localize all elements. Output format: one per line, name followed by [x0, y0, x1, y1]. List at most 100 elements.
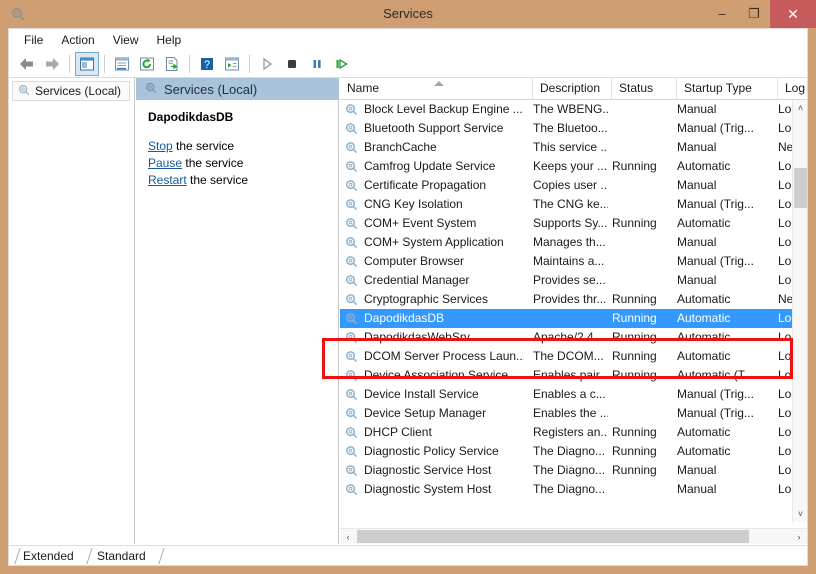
- tab-extended[interactable]: Extended: [23, 547, 74, 565]
- scroll-left-icon[interactable]: ‹: [340, 529, 356, 544]
- cell-status: [612, 176, 674, 195]
- tab-divider: [14, 548, 21, 564]
- horizontal-scroll-thumb[interactable]: [357, 530, 749, 543]
- scroll-right-icon[interactable]: ›: [791, 529, 807, 544]
- table-row[interactable]: Camfrog Update Service Keeps your ... Runn…: [340, 157, 792, 176]
- table-row[interactable]: Device Install Service Enables a c... Manu…: [340, 385, 792, 404]
- table-row[interactable]: Diagnostic Policy Service The Diagno... Ru…: [340, 442, 792, 461]
- pause-service-icon[interactable]: [305, 52, 329, 76]
- menu-item-help[interactable]: Help: [148, 31, 191, 49]
- cell-description: Apache/2.4....: [533, 330, 608, 344]
- service-gear-icon: [344, 254, 359, 269]
- cell-startup-type: Manual (Trig...: [677, 197, 754, 211]
- minimize-button[interactable]: –: [706, 0, 738, 28]
- restart-service-icon[interactable]: [330, 52, 354, 76]
- stop-service-icon[interactable]: [280, 52, 304, 76]
- table-row[interactable]: Diagnostic System Host The Diagno... Manua…: [340, 480, 792, 499]
- toolbar-separator: [104, 54, 105, 73]
- maximize-button[interactable]: ❐: [738, 0, 770, 28]
- menu-bar: File Action View Help: [8, 28, 808, 50]
- scroll-up-icon[interactable]: ˄: [793, 100, 808, 116]
- column-header-description[interactable]: Description: [533, 78, 612, 99]
- table-row[interactable]: DHCP Client Registers an... Running Automat…: [340, 423, 792, 442]
- table-row[interactable]: Computer Browser Maintains a... Manual (Tr…: [340, 252, 792, 271]
- service-gear-icon: [344, 273, 359, 288]
- cell-name: DapodikdasDB: [364, 311, 445, 325]
- table-row[interactable]: Device Setup Manager Enables the ... Manua…: [340, 404, 792, 423]
- cell-log-on-as: Loc: [778, 368, 792, 382]
- cell-log-on-as: Loc: [778, 235, 792, 249]
- column-header-name[interactable]: Name: [340, 78, 533, 99]
- stop-service-link[interactable]: Stop: [148, 139, 173, 153]
- table-row[interactable]: DapodikdasWebSrv Apache/2.4.... Running Aut…: [340, 328, 792, 347]
- pause-service-link[interactable]: Pause: [148, 156, 182, 170]
- column-header-log-on-as[interactable]: Log: [778, 78, 807, 99]
- service-gear-icon: [344, 235, 359, 250]
- start-service-icon[interactable]: [255, 52, 279, 76]
- table-row[interactable]: BranchCache This service ... Manual Net: [340, 138, 792, 157]
- vertical-scroll-thumb[interactable]: [794, 168, 807, 208]
- menu-item-file[interactable]: File: [15, 31, 52, 49]
- table-row[interactable]: Cryptographic Services Provides thr... Run…: [340, 290, 792, 309]
- table-row[interactable]: Certificate Propagation Copies user ... Ma…: [340, 176, 792, 195]
- sidebar-item-services-local[interactable]: Services (Local): [12, 81, 130, 101]
- details-header: Services (Local): [136, 78, 339, 100]
- table-row[interactable]: Diagnostic Service Host The Diagno... Runn…: [340, 461, 792, 480]
- table-row[interactable]: DCOM Server Process Laun... The DCOM... Ru…: [340, 347, 792, 366]
- console-view-icon[interactable]: [220, 52, 244, 76]
- column-header-status[interactable]: Status: [612, 78, 677, 99]
- restart-service-link[interactable]: Restart: [148, 173, 187, 187]
- help-icon[interactable]: ?: [195, 52, 219, 76]
- cell-name: Diagnostic System Host: [364, 482, 492, 496]
- properties-icon[interactable]: [110, 52, 134, 76]
- table-row[interactable]: COM+ System Application Manages th... Manu…: [340, 233, 792, 252]
- back-icon[interactable]: [15, 52, 39, 76]
- menu-item-view[interactable]: View: [104, 31, 148, 49]
- export-list-icon[interactable]: [160, 52, 184, 76]
- table-row[interactable]: Block Level Backup Engine ... The WBENG..…: [340, 100, 792, 119]
- cell-log-on-as: Loc: [778, 254, 792, 268]
- horizontal-scrollbar[interactable]: ‹ ›: [340, 528, 807, 544]
- menu-item-action[interactable]: Action: [52, 31, 103, 49]
- cell-log-on-as: Loc: [778, 197, 792, 211]
- cell-description: The Diagno...: [533, 444, 606, 458]
- cell-startup-type: Manual: [677, 102, 717, 116]
- cell-log-on-as: Loc: [778, 273, 792, 287]
- cell-name: Computer Browser: [364, 254, 465, 268]
- cell-startup-type: Manual: [677, 463, 717, 477]
- column-header-startup-type[interactable]: Startup Type: [677, 78, 778, 99]
- cell-log-on-as: Net: [778, 292, 792, 306]
- table-row[interactable]: CNG Key Isolation The CNG ke... Manual (Tr…: [340, 195, 792, 214]
- service-gear-icon: [344, 140, 359, 155]
- table-row[interactable]: Bluetooth Support Service The Bluetoo... M…: [340, 119, 792, 138]
- table-row[interactable]: DapodikdasDB Running Automatic Loc: [340, 309, 792, 328]
- refresh-icon[interactable]: [135, 52, 159, 76]
- toolbar-separator: [189, 54, 190, 73]
- cell-description: The CNG ke...: [533, 197, 608, 211]
- cell-status: [612, 138, 674, 157]
- cell-log-on-as: Net: [778, 140, 792, 154]
- table-row[interactable]: Device Association Service Enables pair..…: [340, 366, 792, 385]
- cell-log-on-as: Loc: [778, 159, 792, 173]
- cell-startup-type: Manual: [677, 140, 717, 154]
- cell-name: DapodikdasWebSrv: [364, 330, 470, 344]
- tab-standard[interactable]: Standard: [97, 547, 146, 565]
- cell-status: Running: [612, 311, 657, 325]
- scroll-down-icon[interactable]: ˅: [793, 506, 808, 522]
- service-gear-icon: [344, 159, 359, 174]
- cell-name: COM+ System Application: [364, 235, 504, 249]
- vertical-scrollbar[interactable]: ˄ ˅: [792, 100, 807, 522]
- forward-icon[interactable]: [40, 52, 64, 76]
- cell-startup-type: Manual (Trig...: [677, 121, 754, 135]
- table-row[interactable]: COM+ Event System Supports Sy... Running Au…: [340, 214, 792, 233]
- service-gear-icon: [344, 463, 359, 478]
- services-window: Services – ❐ ✕ File Action View Help ? S…: [0, 0, 816, 574]
- cell-startup-type: Manual (Trig...: [677, 254, 754, 268]
- cell-status: [612, 404, 674, 423]
- service-gear-icon: [344, 444, 359, 459]
- cell-description: Enables a c...: [533, 387, 606, 401]
- close-button[interactable]: ✕: [770, 0, 816, 28]
- table-row[interactable]: Credential Manager Provides se... Manual Lo…: [340, 271, 792, 290]
- show-hide-tree-icon[interactable]: [75, 51, 99, 76]
- service-gear-icon: [344, 425, 359, 440]
